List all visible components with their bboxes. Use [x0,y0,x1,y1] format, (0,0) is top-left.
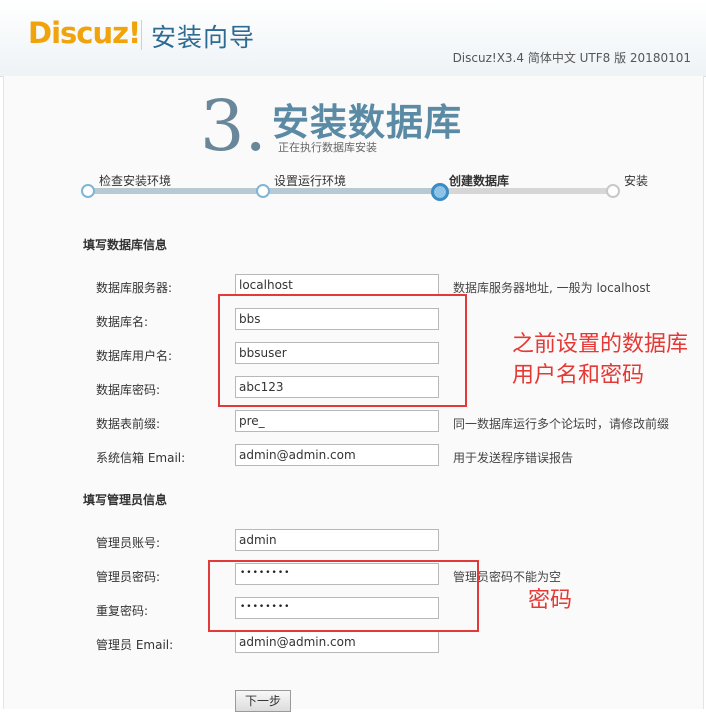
header: Discuz! 安装向导 Discuz!X3.4 简体中文 UTF8 版 201… [0,0,706,77]
admin-password-label: 管理员密码: [96,570,161,584]
db-host-input[interactable] [235,274,439,296]
wizard-title: 安装向导 [151,23,256,52]
db-host-label: 数据库服务器: [96,281,173,295]
progress-dot-1 [81,184,95,198]
system-email-hint: 用于发送程序错误报告 [453,451,574,465]
system-email-input[interactable] [235,444,439,466]
progress-dot-2 [256,184,270,198]
admin-email-input[interactable] [235,631,439,653]
db-user-label: 数据库用户名: [96,349,173,363]
db-credentials-highlight-box [218,294,467,407]
table-prefix-hint: 同一数据库运行多个论坛时，请修改前缀 [453,417,670,431]
db-annotation-line1: 之前设置的数据库 [512,332,689,357]
progress-dot-4 [606,184,620,198]
step-title: 安装数据库 [272,101,462,144]
admin-account-input[interactable] [235,529,439,551]
progress-label-1: 检查安装环境 [99,174,172,188]
db-password-label: 数据库密码: [96,383,161,397]
logo-bang: ! [128,16,141,50]
password-highlight-box [208,560,479,632]
step-number: 3. [200,85,267,167]
step-subtitle: 正在执行数据库安装 [278,141,377,154]
system-email-label: 系统信箱 Email: [96,451,186,465]
db-section-title: 填写数据库信息 [83,238,168,252]
logo-text: Discuz [28,16,129,50]
db-host-hint: 数据库服务器地址, 一般为 localhost [453,281,651,295]
version-label: Discuz!X3.4 简体中文 UTF8 版 20180101 [452,51,691,65]
admin-account-label: 管理员账号: [96,536,161,550]
db-name-label: 数据库名: [96,315,149,329]
logo-divider [141,20,142,50]
progress-label-2: 设置运行环境 [274,174,347,188]
password-annotation: 密码 [528,588,573,613]
discuz-logo: Discuz! [28,16,141,50]
admin-section-title: 填写管理员信息 [83,493,168,507]
progress-label-4: 安装 [624,174,649,188]
progress-label-3: 创建数据库 [449,174,510,188]
admin-email-label: 管理员 Email: [96,638,174,652]
repeat-password-label: 重复密码: [96,604,149,618]
db-annotation-line2: 用户名和密码 [512,363,645,388]
progress-dot-3-current [431,183,449,201]
table-prefix-label: 数据表前缀: [96,417,161,431]
table-prefix-input[interactable] [235,410,439,432]
